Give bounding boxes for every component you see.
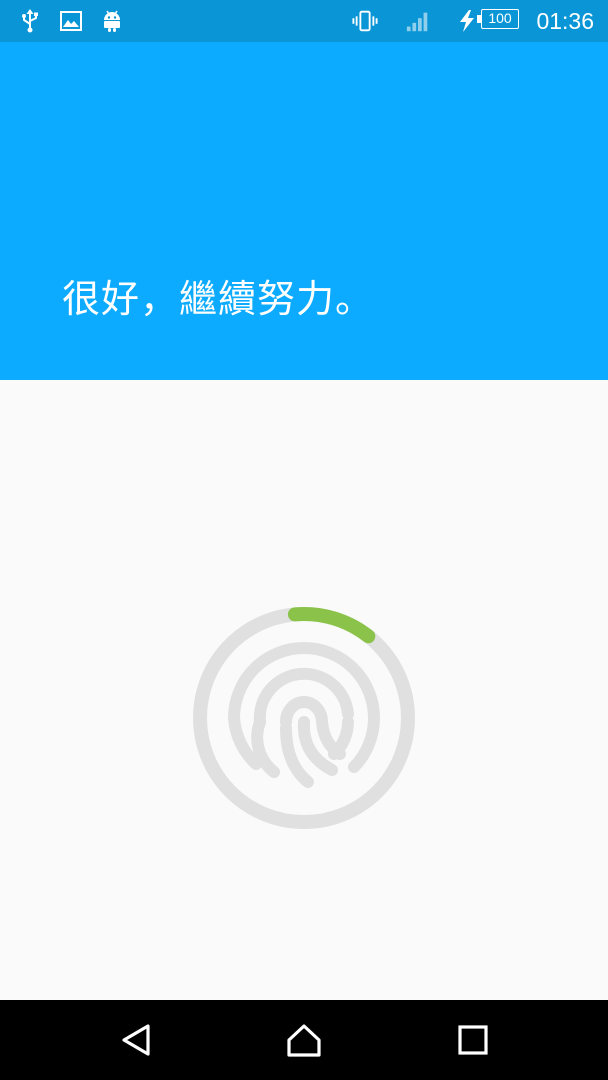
home-icon[interactable] [282, 1018, 326, 1062]
image-icon [60, 11, 82, 31]
battery-indicator: 100 [477, 9, 521, 31]
fingerprint-icon [228, 642, 381, 788]
recents-icon[interactable] [451, 1018, 495, 1062]
back-icon[interactable] [114, 1018, 158, 1062]
status-time: 01:36 [536, 8, 594, 34]
fingerprint-progress[interactable] [190, 604, 418, 832]
navigation-bar [0, 1000, 608, 1080]
android-icon [104, 10, 120, 32]
fingerprint-graphic [193, 607, 415, 829]
content-area [0, 380, 608, 1000]
signal-icon [406, 12, 428, 32]
usb-icon [22, 9, 38, 33]
header-band: 很好，繼續努力。 [0, 42, 608, 380]
fingerprint-enroll-screen: 100 01:36 很好，繼續努力。 [0, 0, 608, 1080]
vibrate-icon [352, 10, 378, 32]
status-bar: 100 01:36 [0, 0, 608, 42]
page-title: 很好，繼續努力。 [62, 277, 375, 321]
battery-level: 100 [481, 9, 519, 29]
